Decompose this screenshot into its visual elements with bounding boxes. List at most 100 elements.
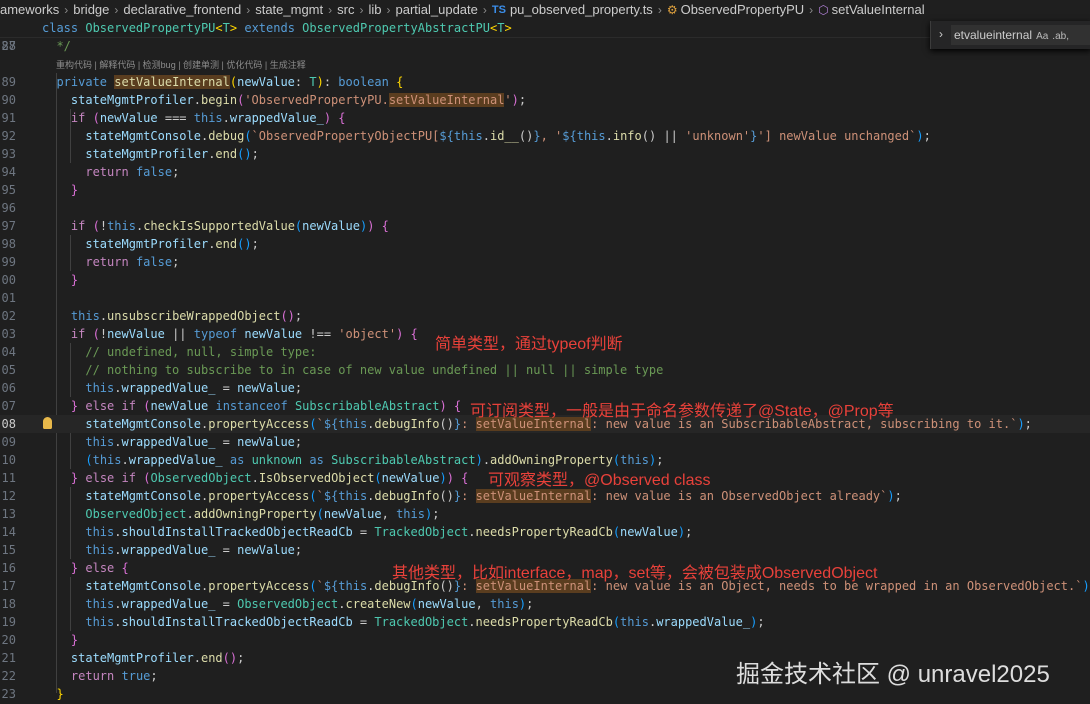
line-number: 14 — [1, 525, 16, 539]
code-line: this.wrappedValue_ = newValue; — [85, 381, 303, 395]
line-number: 96 — [1, 201, 16, 215]
code-line: } else if (newValue instanceof Subscriba… — [70, 399, 462, 413]
code-line: stateMgmtProfiler.end(); — [85, 147, 259, 161]
chevron-right-icon: › — [482, 2, 487, 17]
breadcrumb-item[interactable]: bridge — [73, 2, 109, 17]
code-line: this.wrappedValue_ = newValue; — [85, 435, 303, 449]
line-number: 01 — [1, 291, 16, 305]
code-line: } — [56, 687, 64, 701]
line-number: 09 — [1, 435, 16, 449]
line-number: 23 — [1, 687, 16, 701]
line-number: 91 — [1, 111, 16, 125]
annotation-observed-type: 可观察类型，@Observed class — [488, 472, 711, 489]
line-number: 02 — [1, 309, 16, 323]
line-number: 18 — [1, 597, 16, 611]
line-number: 13 — [1, 507, 16, 521]
code-line: } else if (ObservedObject.IsObservedObje… — [70, 471, 469, 485]
code-line: if (!newValue || typeof newValue !== 'ob… — [70, 327, 418, 341]
breadcrumb-method[interactable]: setValueInternal — [832, 2, 925, 17]
line-number: 22 — [1, 669, 16, 683]
code-line: if (newValue === this.wrappedValue_) { — [70, 111, 346, 125]
line-number: 20 — [1, 633, 16, 647]
line-number: 88 — [1, 39, 16, 53]
sticky-code-line: class ObservedPropertyPU<T> extends Obse… — [42, 21, 512, 35]
code-line: this.shouldInstallTrackedObjectReadCb = … — [85, 615, 765, 629]
code-line: stateMgmtProfiler.end(); — [85, 237, 259, 251]
line-number: 05 — [1, 363, 16, 377]
line-number: 17 — [1, 579, 16, 593]
code-line: stateMgmtConsole.debug(`ObservedProperty… — [85, 129, 931, 143]
line-number: 98 — [1, 237, 16, 251]
code-line: // undefined, null, simple type: — [42, 345, 317, 359]
code-line: this.unsubscribeWrappedObject(); — [70, 309, 303, 323]
chevron-right-icon: › — [657, 2, 662, 17]
line-number: 89 — [1, 75, 16, 89]
line-number: 99 — [1, 255, 16, 269]
match-case-toggle[interactable]: Aa — [1036, 27, 1048, 45]
line-number: 11 — [1, 471, 16, 485]
line-number: 90 — [1, 93, 16, 107]
line-number: 12 — [1, 489, 16, 503]
code-line: stateMgmtConsole.propertyAccess(`${this.… — [85, 489, 902, 503]
code-line: stateMgmtProfiler.end(); — [70, 651, 245, 665]
line-number: 07 — [1, 399, 16, 413]
find-input[interactable]: etvalueinternal Aa .ab, — [951, 25, 1090, 45]
chevron-right-icon: › — [246, 2, 251, 17]
chevron-right-icon[interactable]: › — [939, 27, 943, 41]
code-line: } — [70, 633, 79, 647]
code-line: } else { — [70, 561, 129, 575]
line-number: 97 — [1, 219, 16, 233]
breadcrumb-item[interactable]: state_mgmt — [255, 2, 323, 17]
code-line: */ — [42, 39, 71, 53]
breadcrumb-file[interactable]: pu_observed_property.ts — [510, 2, 653, 17]
code-line: return false; — [85, 165, 180, 179]
chevron-right-icon: › — [809, 2, 814, 17]
line-number: 19 — [1, 615, 16, 629]
line-number: 21 — [1, 651, 16, 665]
line-number: 94 — [1, 165, 16, 179]
find-widget[interactable]: › etvalueinternal Aa .ab, — [930, 21, 1090, 49]
chevron-right-icon: › — [114, 2, 119, 17]
breadcrumb-class[interactable]: ObservedPropertyPU — [681, 2, 805, 17]
breadcrumb-item[interactable]: partial_update — [395, 2, 477, 17]
line-number: 15 — [1, 543, 16, 557]
watermark: 掘金技术社区 @ unravel2025 — [736, 661, 1050, 688]
breadcrumb-item[interactable]: lib — [368, 2, 381, 17]
code-line: ObservedObject.addOwningProperty(newValu… — [85, 507, 440, 521]
code-line: return false; — [85, 255, 180, 269]
find-input-value: etvalueinternal — [954, 28, 1033, 42]
breadcrumb: ameworks › bridge › declarative_frontend › … — [0, 0, 1090, 19]
code-line: this.wrappedValue_ = ObservedObject.crea… — [85, 597, 534, 611]
line-number: 06 — [1, 381, 16, 395]
code-line: return true; — [70, 669, 158, 683]
chevron-right-icon: › — [328, 2, 333, 17]
annotation-other-type: 其他类型，比如interface，map，set等，会被包装成ObservedO… — [392, 565, 878, 582]
chevron-right-icon: › — [64, 2, 69, 17]
annotation-simple-type: 简单类型，通过typeof判断 — [435, 336, 623, 353]
line-number: 10 — [1, 453, 16, 467]
code-line: } — [70, 273, 79, 287]
line-number: 08 — [1, 417, 16, 431]
code-line: } — [70, 183, 79, 197]
class-icon: ⚙ — [666, 2, 678, 17]
breadcrumb-item[interactable]: declarative_frontend — [123, 2, 241, 17]
code-editor[interactable]: 88 */ 重构代码 | 解释代码 | 检测bug | 创建单测 | 优化代码 … — [0, 37, 1090, 704]
code-line: private setValueInternal(newValue: T): b… — [56, 75, 404, 89]
breadcrumb-item[interactable]: src — [337, 2, 354, 17]
breadcrumb-item[interactable]: ameworks — [0, 2, 59, 17]
line-number: 92 — [1, 129, 16, 143]
code-line: this.shouldInstallTrackedObjectReadCb = … — [85, 525, 693, 539]
chevron-right-icon: › — [359, 2, 364, 17]
whole-word-toggle[interactable]: .ab, — [1052, 27, 1069, 45]
line-number: 04 — [1, 345, 16, 359]
sticky-scroll-header[interactable]: 27 class ObservedPropertyPU<T> extends O… — [0, 19, 1090, 53]
codelens-actions[interactable]: 重构代码 | 解释代码 | 检测bug | 创建单测 | 优化代码 | 生成注释 — [56, 58, 306, 71]
line-number: 00 — [1, 273, 16, 287]
typescript-file-icon: TS — [491, 3, 506, 16]
code-line: if (!this.checkIsSupportedValue(newValue… — [70, 219, 389, 233]
line-number: 03 — [1, 327, 16, 341]
annotation-subscribable-type: 可订阅类型，一般是由于命名参数传递了@State，@Prop等 — [470, 403, 894, 420]
chevron-right-icon: › — [386, 2, 391, 17]
code-line: this.wrappedValue_ = newValue; — [85, 543, 303, 557]
method-icon: ⬡ — [818, 2, 829, 17]
